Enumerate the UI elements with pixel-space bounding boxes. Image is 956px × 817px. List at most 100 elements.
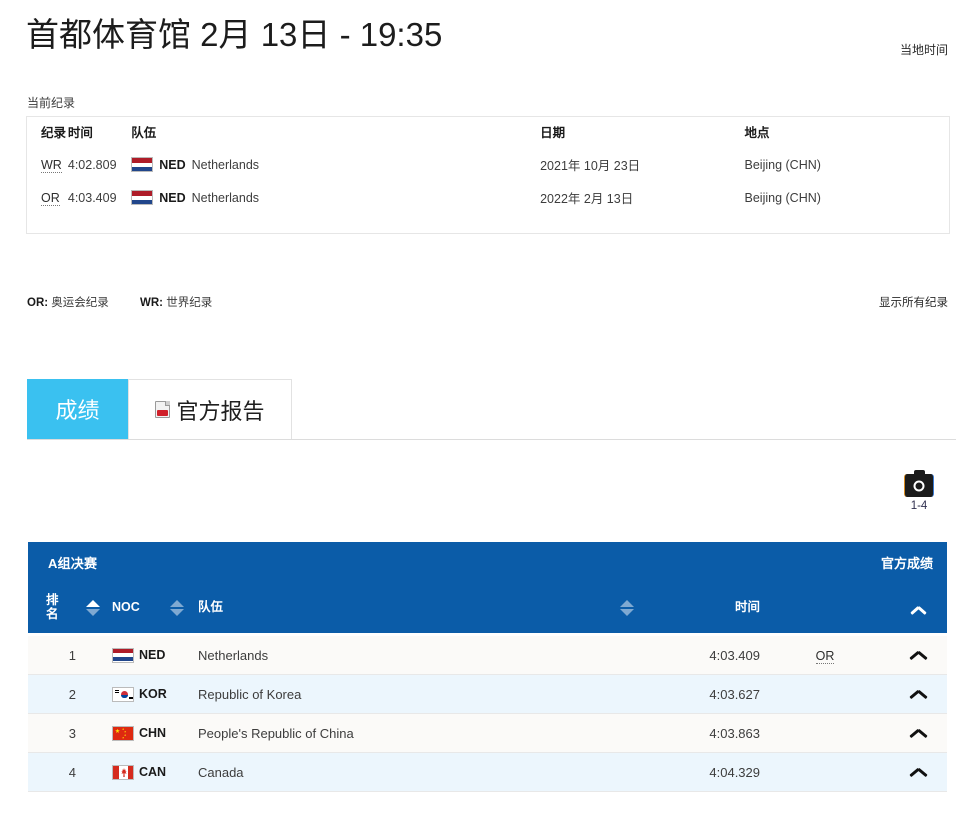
chn-flag-icon (112, 726, 134, 741)
sort-ascending-icon[interactable] (86, 600, 100, 607)
chevron-up-icon[interactable] (910, 765, 928, 779)
record-type-abbr: OR (41, 191, 60, 206)
sort-arrows-icon[interactable] (620, 600, 634, 616)
legend-item-wr: WR: 世界纪录 (140, 294, 212, 310)
results-table-header: A组决赛 官方成绩 排 名 NOC (28, 542, 947, 636)
record-time-cell: 4:03.409 (68, 181, 131, 214)
cell-time: 4:03.627 (642, 687, 760, 702)
sort-control-time[interactable] (612, 600, 642, 616)
legend-key-or: OR: (27, 297, 48, 309)
sort-descending-icon[interactable] (170, 609, 184, 616)
table-row[interactable]: 4 CAN Canada 4:04.329 (28, 753, 947, 792)
record-type-cell: WR (27, 148, 68, 181)
records-col-time: 时间 (68, 117, 131, 148)
cell-noc: KOR (106, 687, 162, 702)
row-expand-control[interactable] (890, 687, 947, 701)
cell-time: 4:03.863 (642, 726, 760, 741)
sort-ascending-icon[interactable] (170, 600, 184, 607)
records-col-date: 日期 (540, 117, 744, 148)
records-row: WR 4:02.809 NED Netherlands 2021年 10月 23… (27, 148, 949, 181)
table-row[interactable]: 2 KOR Republic of Korea 4:03.627 (28, 675, 947, 714)
cell-rank: 1 (28, 648, 80, 663)
record-team-cell: NED Netherlands (131, 148, 540, 181)
camera-icon (904, 474, 934, 497)
cell-time: 4:03.409 (642, 648, 760, 663)
cell-team: People's Republic of China (192, 726, 612, 741)
record-time-cell: 4:02.809 (68, 148, 131, 181)
record-date-cell: 2022年 2月 13日 (540, 181, 744, 214)
legend-text-or: 奥运会纪录 (51, 297, 109, 309)
tab-results[interactable]: 成绩 (27, 379, 128, 439)
results-heat-title: A组决赛 (48, 553, 97, 572)
tab-official-report[interactable]: 官方报告 (128, 379, 292, 439)
row-expand-control[interactable] (890, 726, 947, 740)
cell-noc-code: CHN (139, 726, 166, 740)
cell-team: Netherlands (192, 648, 612, 663)
cell-team: Canada (192, 765, 612, 780)
record-place-cell: Beijing (CHN) (745, 181, 949, 214)
local-time-label: 当地时间 (900, 41, 948, 58)
cell-noc-code: NED (139, 648, 165, 662)
sort-descending-icon[interactable] (620, 609, 634, 616)
record-noc-code: NED (159, 191, 185, 205)
legend-item-or: OR: 奥运会纪录 (27, 294, 109, 310)
record-team-name: Netherlands (192, 191, 259, 205)
results-page: 首都体育馆 2月 13日 - 19:35 当地时间 当前纪录 纪录 时间 队伍 … (0, 0, 956, 817)
collapse-all-control[interactable] (890, 600, 947, 616)
record-date-cell: 2021年 10月 23日 (540, 148, 744, 181)
cell-record-mark: OR (760, 648, 890, 663)
cell-rank: 2 (28, 687, 80, 702)
record-place-cell: Beijing (CHN) (745, 148, 949, 181)
show-all-records-link[interactable]: 显示所有纪录 (879, 294, 948, 310)
sort-arrows-icon[interactable] (86, 600, 100, 616)
table-row[interactable]: 1 NED Netherlands 4:03.409 OR (28, 636, 947, 675)
records-col-team: 队伍 (131, 117, 540, 148)
record-mark-abbr: OR (816, 649, 835, 664)
cell-noc: CAN (106, 765, 162, 780)
photo-gallery-button[interactable]: 1-4 (894, 474, 944, 512)
results-title-row: A组决赛 官方成绩 (28, 542, 947, 582)
records-row: OR 4:03.409 NED Netherlands 2022年 2月 13日… (27, 181, 949, 214)
column-header-time: 时间 (642, 601, 760, 615)
current-records-label: 当前纪录 (27, 94, 75, 111)
pdf-icon (155, 401, 170, 418)
kor-flag-icon (112, 687, 134, 702)
column-header-noc: NOC (106, 601, 162, 615)
chevron-up-icon[interactable] (910, 687, 928, 701)
sort-ascending-icon[interactable] (620, 600, 634, 607)
photo-range-label: 1-4 (894, 500, 944, 512)
tab-results-label: 成绩 (55, 393, 99, 425)
record-legend: OR: 奥运会纪录 WR: 世界纪录 (27, 294, 240, 310)
record-noc-code: NED (159, 158, 185, 172)
table-row[interactable]: 3 CHN People's Republic of China 4:03.86… (28, 714, 947, 753)
sort-control-noc[interactable] (162, 600, 192, 616)
row-expand-control[interactable] (890, 765, 947, 779)
chevron-up-icon[interactable] (910, 648, 928, 662)
row-expand-control[interactable] (890, 648, 947, 662)
results-column-row: 排 名 NOC 队伍 (28, 582, 947, 636)
can-flag-icon (112, 765, 134, 780)
chevron-up-icon[interactable] (910, 726, 928, 740)
sort-arrows-icon[interactable] (170, 600, 184, 616)
record-team-cell: NED Netherlands (131, 181, 540, 214)
records-table: 纪录 时间 队伍 日期 地点 WR 4:02.809 NED (27, 117, 949, 214)
legend-text-wr: 世界纪录 (166, 297, 212, 309)
ned-flag-icon (131, 190, 153, 205)
record-type-abbr: WR (41, 158, 62, 173)
cell-rank: 4 (28, 765, 80, 780)
sort-control-rank[interactable] (80, 600, 106, 616)
column-header-rank: 排 名 (28, 594, 80, 622)
records-col-place: 地点 (745, 117, 949, 148)
cell-rank: 3 (28, 726, 80, 741)
tab-bar: 成绩 官方报告 (27, 379, 956, 440)
records-card: 纪录 时间 队伍 日期 地点 WR 4:02.809 NED (26, 116, 950, 234)
ned-flag-icon (131, 157, 153, 172)
legend-key-wr: WR: (140, 297, 163, 309)
column-header-rank-line2: 名 (46, 608, 80, 622)
column-header-team: 队伍 (192, 601, 612, 615)
results-table: A组决赛 官方成绩 排 名 NOC (28, 542, 947, 792)
sort-descending-icon[interactable] (86, 609, 100, 616)
column-header-rank-line1: 排 (46, 594, 80, 608)
tab-official-report-label: 官方报告 (176, 394, 264, 426)
chevron-up-icon[interactable] (911, 600, 927, 616)
